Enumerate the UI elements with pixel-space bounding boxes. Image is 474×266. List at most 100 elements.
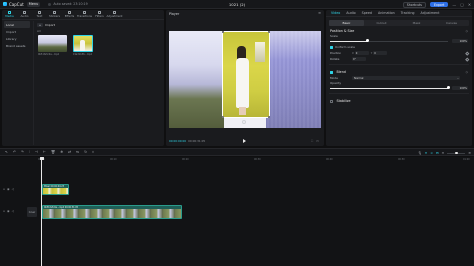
export-button[interactable]: Export (429, 2, 449, 8)
preview-canvas[interactable] (169, 31, 321, 128)
stabilize-checkbox[interactable] (330, 99, 333, 103)
link-icon[interactable]: ∞ (430, 151, 433, 155)
maximize-icon[interactable]: ▢ (460, 2, 464, 7)
preview-axis-icon[interactable]: ⊟ (436, 151, 439, 155)
rotate-input[interactable]: 0° (352, 57, 366, 61)
zoom-slider[interactable] (447, 151, 466, 154)
tab-speed[interactable]: Speed (359, 11, 375, 15)
import-button[interactable]: + (37, 23, 43, 27)
total-timecode: 00:00:31:05 (188, 139, 206, 143)
tab-tracking[interactable]: Tracking (398, 11, 418, 15)
ratio-icon[interactable]: ▭ (316, 139, 319, 143)
mute-icon[interactable]: ◁ (12, 209, 14, 213)
tab-adjustment[interactable]: Adjustment (106, 10, 123, 19)
tab-video[interactable]: Video (328, 11, 343, 15)
freeze-icon[interactable]: ❄ (60, 150, 63, 154)
timeline-ruler[interactable]: 00:00 00:10 00:20 00:30 00:40 00:50 01:0… (38, 157, 474, 163)
mirror-icon[interactable]: ⇋ (76, 150, 79, 154)
mute-icon[interactable]: ◁ (12, 187, 14, 191)
crop-icon[interactable]: ⌗ (92, 150, 94, 154)
resize-handle[interactable] (268, 31, 271, 33)
project-title[interactable]: 1021 (2) (229, 2, 245, 7)
split-icon[interactable]: ⫶ (29, 150, 30, 154)
tab-stickers[interactable]: Stickers (47, 10, 62, 19)
opacity-fill (330, 87, 448, 89)
rotate-icon[interactable] (242, 120, 246, 124)
opacity-value[interactable]: 100% (452, 86, 468, 90)
resize-handle[interactable] (221, 116, 224, 119)
keyframe-icon[interactable] (464, 57, 469, 61)
subtab-cutout[interactable]: Cutout (364, 20, 399, 26)
tab-transitions[interactable]: Transitions (77, 10, 92, 19)
split-right-icon[interactable]: ⊢ (43, 150, 46, 154)
magnet-icon[interactable]: ⊓ (425, 151, 428, 155)
scale-knob[interactable] (366, 39, 370, 43)
blend-mode-select[interactable]: Normal ⌄ (352, 76, 460, 80)
overlay-clip-track[interactable]: Mixer 00:00:04:23 (42, 184, 69, 195)
position-x-input[interactable]: 0 (354, 51, 369, 55)
zoom-out-icon[interactable]: ⊖ (442, 151, 445, 155)
opacity-slider[interactable] (330, 86, 450, 90)
tab-media[interactable]: Media (2, 10, 17, 19)
subtab-canvas[interactable]: Canvas (434, 20, 469, 26)
tab-filters[interactable]: Filters (92, 10, 107, 19)
redo-icon[interactable]: ↷ (21, 150, 24, 154)
tab-adjustment-props[interactable]: Adjustment (418, 11, 443, 15)
timeline[interactable]: 00:00 00:10 00:20 00:30 00:40 00:50 01:0… (0, 157, 474, 266)
media-thumbnail[interactable] (38, 35, 67, 52)
play-icon[interactable] (243, 138, 246, 143)
tab-text[interactable]: Text (32, 10, 47, 19)
minimize-icon[interactable]: — (452, 2, 456, 7)
tab-audio[interactable]: Audio (17, 10, 32, 19)
blend-checkbox[interactable] (330, 70, 333, 74)
undo-icon[interactable]: ↶ (13, 150, 16, 154)
scale-slider[interactable] (330, 39, 448, 43)
sidebar-item-local[interactable]: Local (4, 21, 30, 28)
shortcuts-button[interactable]: Shortcuts (402, 1, 426, 9)
mic-icon[interactable]: 🎙 (418, 151, 422, 155)
auto-save-status: Auto saved: 23:10:19 (48, 2, 88, 6)
sidebar-item-import[interactable]: Import (2, 28, 32, 35)
lock-icon[interactable]: ▫ (3, 187, 5, 191)
opacity-knob[interactable] (446, 86, 450, 90)
inspector-panel: Video Audio Speed Animation Tracking Adj… (326, 10, 472, 146)
split-left-icon[interactable]: ⊣ (35, 150, 38, 154)
overlay-clip[interactable] (221, 31, 271, 119)
keyframe-icon[interactable] (464, 51, 469, 55)
position-y-input[interactable]: 0 (373, 51, 388, 55)
sidebar-item-brand-assets[interactable]: Brand assets (2, 42, 32, 49)
scale-value[interactable]: 100% (452, 39, 468, 43)
menu-icon[interactable]: ≡ (318, 11, 321, 15)
resize-handle[interactable] (268, 116, 271, 119)
media-item[interactable]: 0b51fa3c0a...mp4 (38, 35, 67, 56)
media-thumbnail[interactable] (73, 35, 93, 52)
cover-button[interactable]: Cover (27, 207, 37, 217)
menu-button[interactable]: Menu (26, 1, 41, 7)
media-item[interactable]: 19a31b56...mp4 (73, 35, 93, 56)
resize-handle[interactable] (221, 31, 224, 33)
sidebar-item-library[interactable]: Library (2, 35, 32, 42)
zoom-in-icon[interactable]: ⊕ (468, 151, 471, 155)
rotate-clip-icon[interactable]: ↻ (84, 150, 87, 154)
lock-icon[interactable]: ▫ (3, 209, 5, 213)
keyframe-icon[interactable]: ◇ (465, 70, 468, 74)
select-tool-icon[interactable]: ↖ (5, 150, 8, 154)
subtab-mask[interactable]: Mask (399, 20, 434, 26)
import-label: Import (45, 23, 55, 27)
media-sidebar: Local Import Library Brand assets (2, 21, 32, 145)
visibility-icon[interactable]: ◉ (7, 187, 10, 191)
tab-animation[interactable]: Animation (375, 11, 398, 15)
keyframe-icon[interactable]: ◇ (465, 29, 468, 33)
subtab-basic[interactable]: Basic (329, 20, 364, 26)
visibility-icon[interactable]: ◉ (7, 209, 10, 213)
main-clip-track[interactable]: 0b51fa3c0a...mp4 00:00:31:05 (42, 205, 182, 219)
tab-audio-props[interactable]: Audio (343, 11, 358, 15)
fullscreen-icon[interactable]: ⛶ (311, 139, 313, 143)
tab-effects[interactable]: Effects (62, 10, 77, 19)
reverse-icon[interactable]: ⇄ (68, 150, 71, 154)
transitions-icon (82, 10, 87, 14)
delete-icon[interactable]: 🗑 (51, 150, 55, 154)
uniform-scale-checkbox[interactable] (330, 45, 333, 49)
playhead[interactable] (39, 157, 43, 266)
close-icon[interactable]: ✕ (468, 2, 471, 7)
